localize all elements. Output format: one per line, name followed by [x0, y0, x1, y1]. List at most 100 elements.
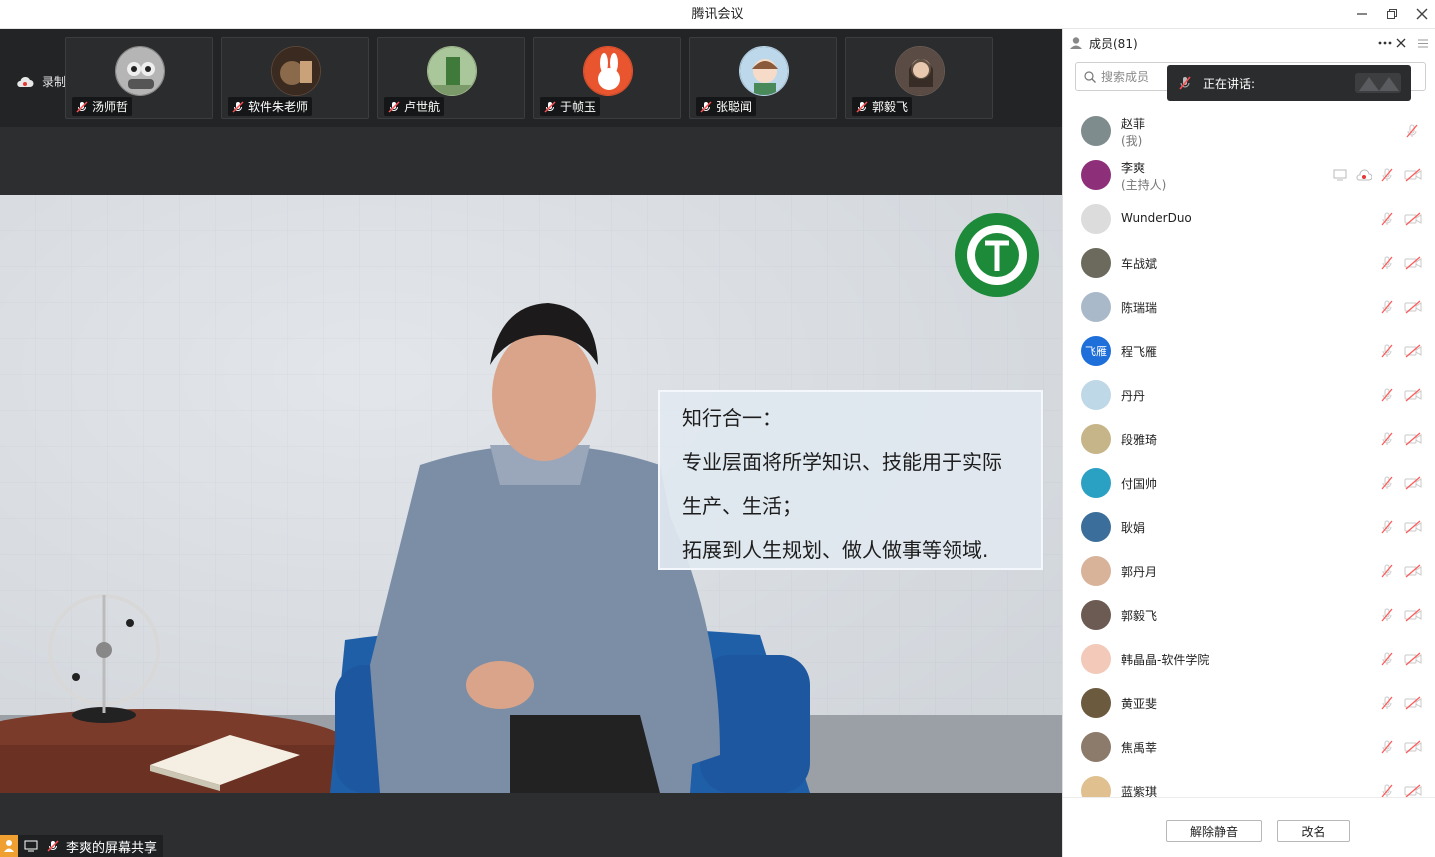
camera-off-icon[interactable]	[1404, 475, 1422, 491]
member-row[interactable]: 飞雁 程飞雁	[1063, 329, 1435, 373]
member-row[interactable]: 郭丹月	[1063, 549, 1435, 593]
restore-icon	[1387, 9, 1397, 19]
member-row[interactable]: 陈瑞瑞	[1063, 285, 1435, 329]
camera-off-icon[interactable]	[1404, 519, 1422, 535]
tile-name: 卢世航	[404, 100, 441, 114]
window-title: 腾讯会议	[691, 7, 744, 22]
mic-off-icon	[232, 100, 244, 113]
member-row[interactable]: 焦禹莘	[1063, 725, 1435, 769]
tile-label: 郭毅飞	[852, 97, 913, 116]
speaker-avatar-blur	[1355, 73, 1401, 93]
unmute-all-button[interactable]: 解除静音	[1166, 820, 1262, 842]
mic-off-icon[interactable]	[1379, 211, 1395, 227]
panel-menu-button[interactable]	[1415, 33, 1431, 53]
member-row[interactable]: 赵菲 (我)	[1063, 109, 1435, 153]
member-row[interactable]: 付国帅	[1063, 461, 1435, 505]
member-name: 韩晶晶-软件学院	[1121, 653, 1210, 667]
member-row[interactable]: 韩晶晶-软件学院	[1063, 637, 1435, 681]
screen-share-bar[interactable]: 李爽的屏幕共享	[0, 835, 164, 857]
member-name: WunderDuo	[1121, 211, 1192, 225]
member-row[interactable]: 耿娟	[1063, 505, 1435, 549]
minimize-button[interactable]	[1351, 4, 1373, 24]
screen-share-icon	[22, 835, 40, 857]
member-row[interactable]: 丹丹	[1063, 373, 1435, 417]
camera-off-icon[interactable]	[1404, 387, 1422, 403]
minimize-icon	[1357, 13, 1367, 15]
member-row[interactable]: 黄亚斐	[1063, 681, 1435, 725]
avatar	[1081, 468, 1111, 498]
member-row[interactable]: 郭毅飞	[1063, 593, 1435, 637]
member-name: 车战斌	[1121, 257, 1158, 271]
member-role: (主持人)	[1121, 178, 1167, 192]
close-button[interactable]	[1411, 4, 1433, 24]
avatar	[1081, 644, 1111, 674]
screen-share-icon	[1333, 167, 1347, 181]
member-row[interactable]: 李爽 (主持人)	[1063, 153, 1435, 197]
camera-off-icon[interactable]	[1404, 651, 1422, 667]
panel-close-button[interactable]	[1393, 33, 1409, 53]
member-name: 程飞雁	[1121, 345, 1158, 359]
member-row[interactable]: WunderDuo	[1063, 197, 1435, 241]
tile-label: 于帧玉	[540, 97, 601, 116]
meeting-stage: 录制中 汤师哲 软件朱老师 卢世航 于帧玉 张聪闻 郭毅飞 知行合一： 专业层面…	[0, 29, 1062, 857]
mic-off-icon	[856, 100, 868, 113]
menu-icon	[1418, 39, 1428, 47]
mic-off-icon[interactable]	[1379, 299, 1395, 315]
mic-off-icon	[544, 100, 556, 113]
camera-off-icon[interactable]	[1404, 563, 1422, 579]
camera-off-icon[interactable]	[1404, 607, 1422, 623]
mic-off-icon[interactable]	[1379, 695, 1395, 711]
mic-off-icon[interactable]	[1379, 255, 1395, 271]
tile-label: 汤师哲	[72, 97, 133, 116]
camera-off-icon[interactable]	[1404, 343, 1422, 359]
video-tile[interactable]: 汤师哲	[65, 37, 213, 119]
mic-off-icon[interactable]	[1379, 387, 1395, 403]
slide-caption: 知行合一： 专业层面将所学知识、技能用于实际 生产、生活； 拓展到人生规划、做人…	[658, 390, 1043, 570]
avatar	[1081, 160, 1111, 190]
tile-label: 张聪闻	[696, 97, 757, 116]
person-icon	[0, 835, 18, 857]
camera-off-icon[interactable]	[1404, 431, 1422, 447]
tile-name: 于帧玉	[560, 100, 597, 114]
video-tile[interactable]: 软件朱老师	[221, 37, 369, 119]
member-row[interactable]: 车战斌	[1063, 241, 1435, 285]
member-role: (我)	[1121, 134, 1143, 148]
avatar	[1081, 116, 1111, 146]
camera-off-icon[interactable]	[1404, 255, 1422, 271]
video-tile[interactable]: 郭毅飞	[845, 37, 993, 119]
mic-off-icon[interactable]	[1379, 475, 1395, 491]
avatar	[427, 46, 477, 96]
mic-off-icon[interactable]	[1379, 739, 1395, 755]
mic-off-icon[interactable]	[1404, 123, 1420, 139]
video-tile[interactable]: 张聪闻	[689, 37, 837, 119]
restore-button[interactable]	[1381, 4, 1403, 24]
video-tile[interactable]: 卢世航	[377, 37, 525, 119]
mic-off-icon[interactable]	[1379, 343, 1395, 359]
member-row[interactable]: 段雅琦	[1063, 417, 1435, 461]
close-icon	[1416, 8, 1428, 20]
member-name: 郭丹月	[1121, 565, 1158, 579]
mic-off-icon[interactable]	[1379, 431, 1395, 447]
rename-button[interactable]: 改名	[1277, 820, 1350, 842]
avatar	[1081, 204, 1111, 234]
video-tile[interactable]: 于帧玉	[533, 37, 681, 119]
mic-off-icon[interactable]	[1379, 651, 1395, 667]
camera-off-icon[interactable]	[1404, 739, 1422, 755]
camera-off-icon[interactable]	[1404, 167, 1422, 183]
mic-off-icon[interactable]	[1379, 563, 1395, 579]
tile-label: 软件朱老师	[228, 97, 313, 116]
mic-off-icon[interactable]	[1379, 167, 1395, 183]
member-name: 郭毅飞	[1121, 609, 1158, 623]
camera-off-icon[interactable]	[1404, 299, 1422, 315]
more-options-button[interactable]	[1377, 33, 1393, 53]
more-icon	[1378, 41, 1392, 45]
camera-off-icon[interactable]	[1404, 695, 1422, 711]
screen-share-label: 李爽的屏幕共享	[66, 840, 158, 856]
camera-off-icon[interactable]	[1404, 211, 1422, 227]
avatar	[1081, 248, 1111, 278]
tile-name: 软件朱老师	[248, 100, 309, 114]
mic-off-icon[interactable]	[1379, 607, 1395, 623]
avatar	[1081, 688, 1111, 718]
mic-off-icon[interactable]	[1379, 519, 1395, 535]
members-icon	[1070, 37, 1082, 49]
